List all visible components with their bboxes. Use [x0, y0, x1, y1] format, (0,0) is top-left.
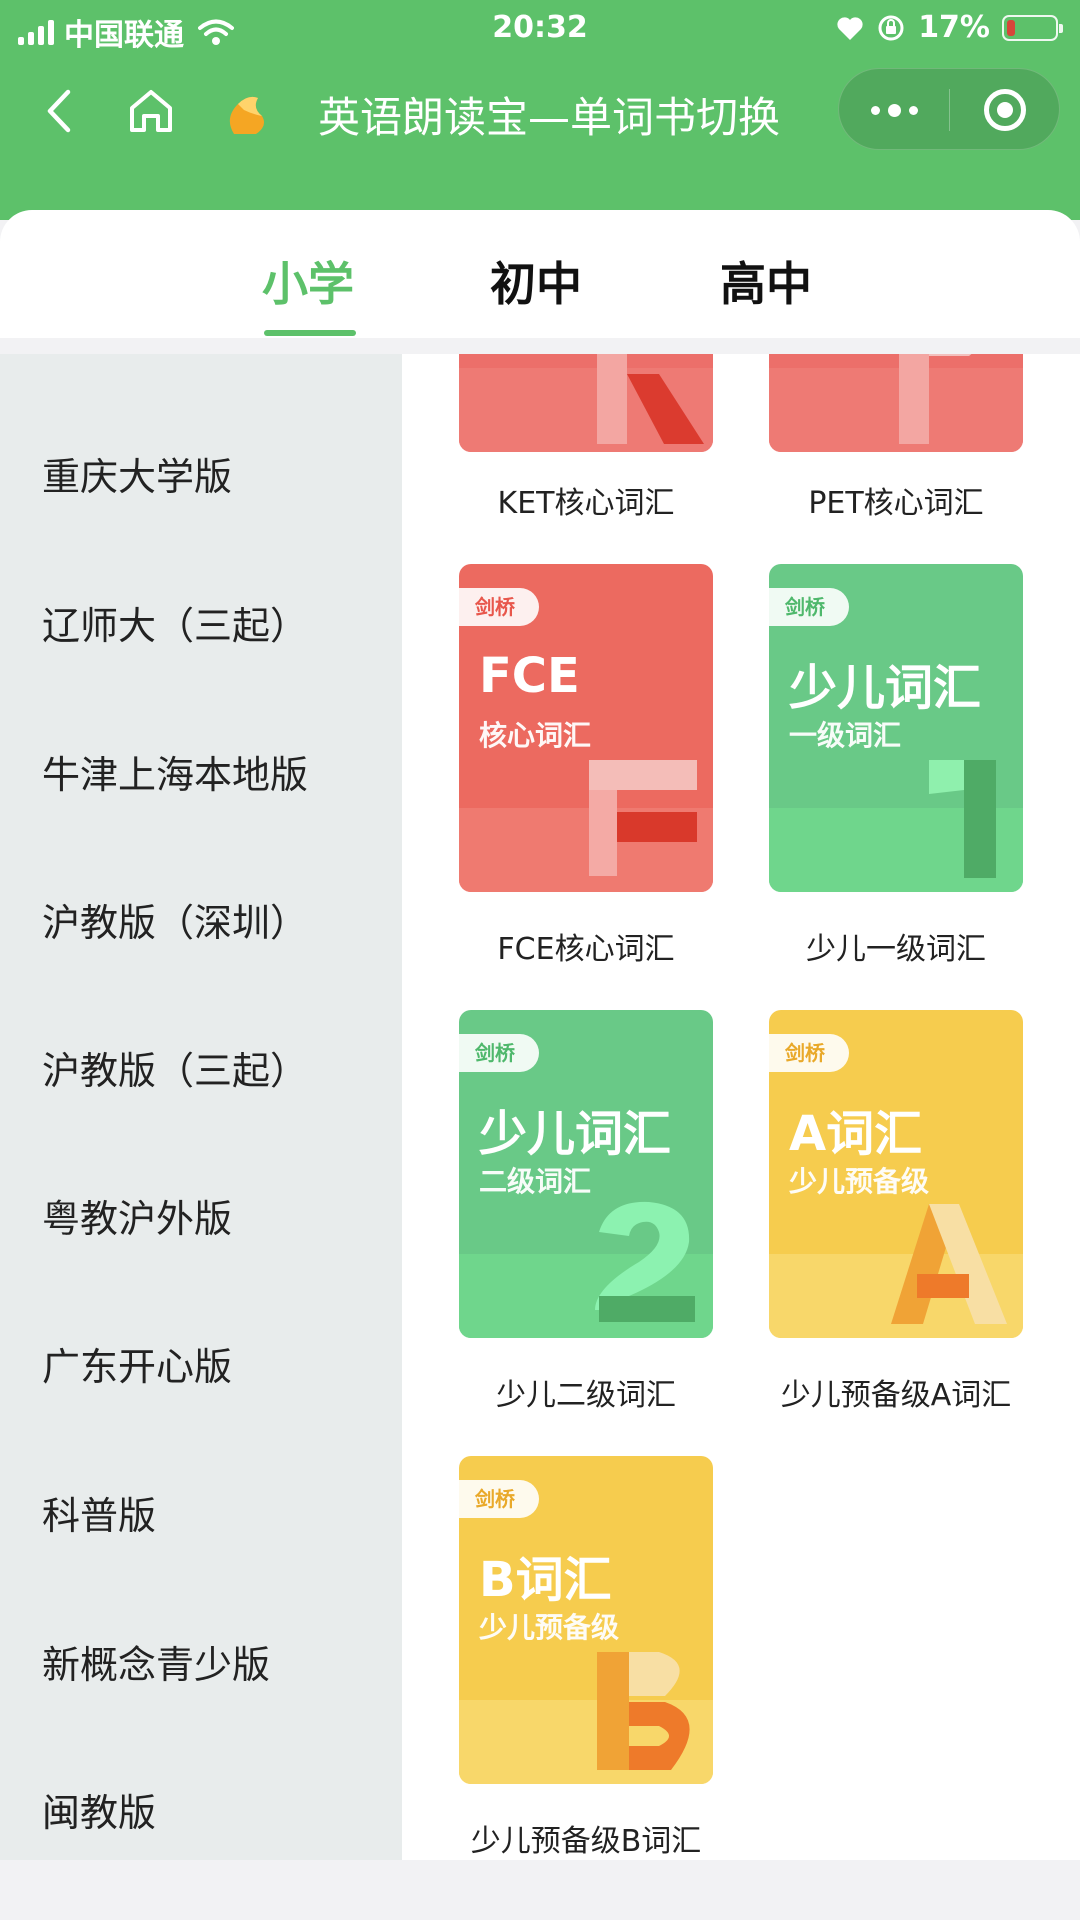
status-bar: 中国联通 20:32 17%	[0, 0, 1080, 56]
cambridge-badge: 剑桥	[769, 1034, 849, 1072]
book-caption[interactable]: 少儿预备级B词汇	[459, 1816, 713, 1860]
capsule-divider	[949, 89, 950, 131]
sidebar-item[interactable]: 闽教版	[42, 1782, 156, 1837]
more-menu-button[interactable]	[839, 69, 949, 151]
book-cover-starters-b[interactable]: 剑桥 B词汇 少儿预备级	[459, 1456, 713, 1784]
sidebar-item[interactable]: 新概念青少版	[42, 1634, 270, 1689]
letter-k-graphic	[597, 354, 704, 444]
back-arrow-icon[interactable]	[40, 86, 80, 136]
book-cover-pet[interactable]	[769, 354, 1023, 452]
book-caption[interactable]: PET核心词汇	[769, 478, 1023, 522]
book-cover-starters-a[interactable]: 剑桥 A词汇 少儿预备级	[769, 1010, 1023, 1338]
sidebar-item[interactable]: 牛津上海本地版	[42, 744, 308, 799]
cambridge-badge: 剑桥	[459, 1034, 539, 1072]
sidebar-item[interactable]: 科普版	[42, 1485, 156, 1540]
book-caption[interactable]: KET核心词汇	[459, 478, 713, 522]
book-cover-level-2[interactable]: 剑桥 少儿词汇 二级词汇	[459, 1010, 713, 1338]
book-cover-title: 少儿词汇	[789, 660, 982, 716]
book-caption[interactable]: FCE核心词汇	[459, 924, 713, 968]
book-caption[interactable]: 少儿一级词汇	[769, 924, 1023, 968]
sidebar-item[interactable]: 广东开心版	[42, 1336, 232, 1391]
bottom-safe-area	[0, 1860, 1080, 1920]
battery-icon	[1002, 14, 1063, 41]
cambridge-badge: 剑桥	[459, 588, 539, 626]
book-cover-ket[interactable]	[459, 354, 713, 452]
sidebar-item[interactable]: 沪教版（三起）	[42, 1040, 308, 1095]
book-cover-level-1[interactable]: 剑桥 少儿词汇 一级词汇	[769, 564, 1023, 892]
close-target-icon[interactable]	[984, 89, 1026, 131]
sidebar-item[interactable]: 沪教版（深圳）	[42, 892, 308, 947]
book-cover-title: A词汇	[789, 1106, 923, 1162]
home-icon[interactable]	[128, 86, 174, 136]
book-cover-title: B词汇	[479, 1552, 612, 1608]
tab-junior-high[interactable]: 初中	[490, 248, 582, 314]
book-caption[interactable]: 少儿二级词汇	[459, 1370, 713, 1414]
book-cover-subtitle: 一级词汇	[789, 719, 902, 752]
book-cover-subtitle: 二级词汇	[479, 1165, 592, 1198]
book-cover-title: 少儿词汇	[479, 1106, 672, 1162]
mini-program-capsule	[838, 68, 1060, 150]
sidebar-item[interactable]: 重庆大学版	[42, 446, 232, 501]
book-cover-subtitle: 核心词汇	[479, 719, 592, 752]
grade-tabs: 小学 初中 高中	[0, 210, 1080, 338]
app-logo-icon	[229, 96, 264, 134]
nav-bar: 英语朗读宝—单词书切换	[0, 56, 1080, 220]
book-caption[interactable]: 少儿预备级A词汇	[769, 1370, 1023, 1414]
book-grid: KET核心词汇 PET核心词汇 剑桥 FCE 核心词汇 FCE核心词汇 剑桥 少…	[402, 354, 1080, 1860]
active-tab-indicator	[264, 330, 356, 336]
rotation-lock-icon	[878, 15, 904, 40]
edition-sidebar: 重庆大学版 辽师大（三起） 牛津上海本地版 沪教版（深圳） 沪教版（三起） 粤教…	[0, 354, 402, 1860]
tab-primary[interactable]: 小学	[262, 248, 354, 314]
heart-icon	[837, 16, 863, 40]
battery-percent: 17%	[918, 10, 990, 45]
letter-p-graphic	[899, 354, 972, 444]
sidebar-item[interactable]: 粤教沪外版	[42, 1188, 232, 1243]
book-cover-subtitle: 少儿预备级	[479, 1611, 620, 1644]
sidebar-item[interactable]: 辽师大（三起）	[42, 595, 308, 650]
book-cover-fce[interactable]: 剑桥 FCE 核心词汇	[459, 564, 713, 892]
cambridge-badge: 剑桥	[769, 588, 849, 626]
tab-senior-high[interactable]: 高中	[720, 248, 812, 314]
cambridge-badge: 剑桥	[459, 1480, 539, 1518]
book-cover-title: FCE	[479, 648, 580, 704]
page-title: 英语朗读宝—单词书切换	[318, 93, 781, 142]
book-cover-subtitle: 少儿预备级	[789, 1165, 930, 1198]
